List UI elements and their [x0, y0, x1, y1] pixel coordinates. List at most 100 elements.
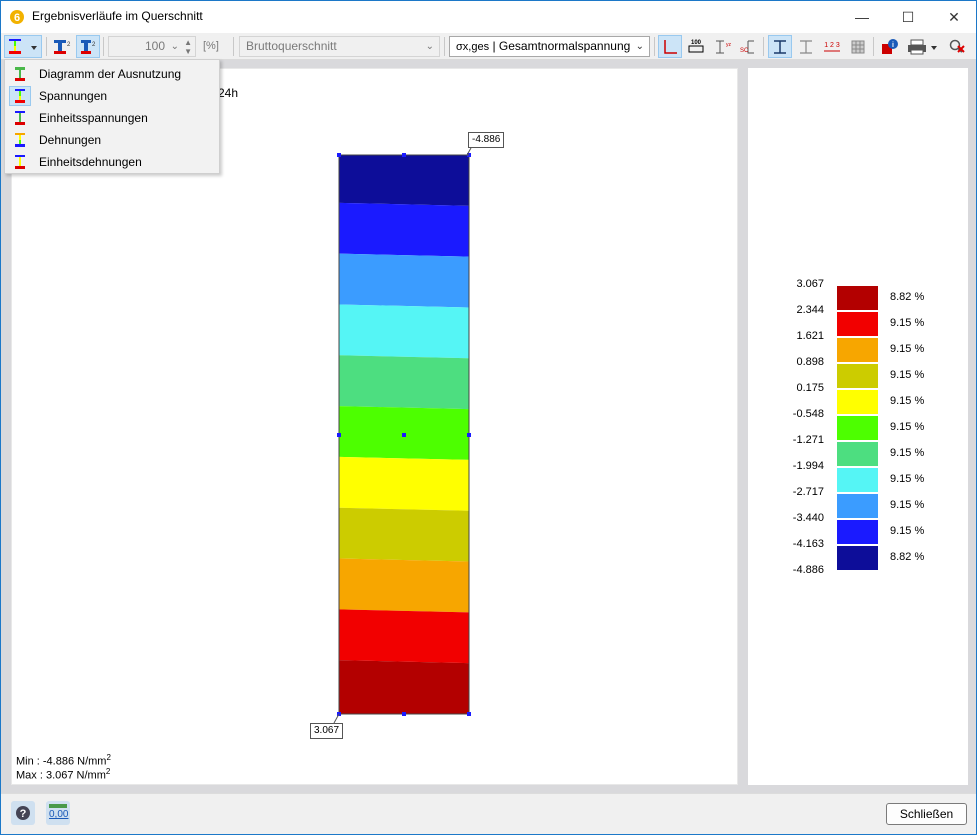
- legend-swatch: [837, 338, 878, 362]
- menu-item-stresses[interactable]: Spannungen: [6, 85, 218, 107]
- stress-type-select[interactable]: σx,ges | Gesamtnormalspannung ⌄: [449, 36, 650, 57]
- section-stress-button[interactable]: 2: [76, 35, 100, 58]
- show-outline-button[interactable]: [794, 35, 818, 58]
- close-icon: ✕: [948, 8, 960, 25]
- stress-type-value: Gesamtnormalspannung: [498, 39, 631, 53]
- menu-item-label: Spannungen: [39, 89, 108, 103]
- section-3d-icon: 2: [54, 39, 71, 54]
- scale-value: 100: [144, 39, 165, 53]
- decimal-label: 0,00: [49, 809, 69, 820]
- legend-swatch: [837, 416, 878, 440]
- close-window-button[interactable]: ✕: [931, 1, 977, 33]
- info-icon: i: [882, 38, 898, 54]
- toolbar: 2 2 100 ⌄ ▲ ▼ [%] Bruttoquerschnitt ⌄ σx,…: [1, 33, 976, 60]
- section-label-icon: SC: [740, 40, 754, 54]
- svg-text:6: 6: [14, 12, 20, 24]
- bottom-value-label: 3.067: [310, 723, 344, 739]
- section-type-value: Bruttoquerschnitt: [246, 39, 337, 53]
- stress-symbol: σx,ges: [456, 41, 490, 53]
- legend-percent: 8.82 %: [890, 551, 925, 563]
- menu-item-utilization[interactable]: Diagramm der Ausnutzung: [6, 63, 218, 85]
- i-section-stress-icon: [9, 38, 37, 54]
- menu-item-strains[interactable]: Dehnungen: [6, 129, 218, 151]
- show-section-button[interactable]: [768, 35, 792, 58]
- unit-strains-icon: [9, 152, 31, 172]
- section-3d-stress-button[interactable]: 2: [50, 35, 74, 58]
- i-beam-icon: [774, 39, 786, 54]
- maximize-button[interactable]: ☐: [885, 1, 931, 33]
- print-button[interactable]: [904, 35, 942, 58]
- legend-percent: 8.82 %: [890, 291, 925, 303]
- minimize-button[interactable]: —: [839, 1, 885, 33]
- legend-percent: 9.15 %: [890, 421, 925, 433]
- legend-value: 3.067: [796, 278, 824, 290]
- legend-percent: 9.15 %: [890, 317, 925, 329]
- grid-icon: [851, 40, 865, 53]
- scale-100-button[interactable]: 100: [684, 35, 708, 58]
- minimize-icon: —: [855, 9, 869, 25]
- svg-text:2: 2: [67, 42, 71, 48]
- printer-icon: [908, 39, 937, 54]
- svg-text:i: i: [892, 42, 894, 49]
- dialog-window: 6 Ergebnisverläufe im Querschnitt — ☐ ✕ …: [0, 0, 977, 835]
- legend-swatch: [837, 286, 878, 310]
- legend-percent: 9.15 %: [890, 499, 925, 511]
- legend-value: 1.621: [796, 330, 824, 342]
- svg-text:2: 2: [92, 42, 96, 48]
- panel-splitter[interactable]: [738, 60, 748, 793]
- chevron-down-icon: ⌄: [635, 41, 644, 52]
- axis-icon: [664, 39, 677, 54]
- diagram-type-menu: Diagramm der Ausnutzung Spannungen Einhe…: [4, 59, 220, 174]
- diagram-panel[interactable]: [11, 68, 738, 785]
- scale-icon: 100: [688, 40, 704, 52]
- scale-input[interactable]: 100 ⌄ ▲ ▼: [108, 36, 196, 57]
- legend-value: 2.344: [796, 304, 824, 316]
- decimal-places-button[interactable]: 0,00: [46, 801, 70, 825]
- legend-percent: 9.15 %: [890, 525, 925, 537]
- menu-item-unit-stresses[interactable]: Einheitsspannungen: [6, 107, 218, 129]
- app-icon: 6: [10, 10, 24, 24]
- menu-item-unit-strains[interactable]: Einheitsdehnungen: [6, 151, 218, 173]
- legend-swatch: [837, 546, 878, 570]
- legend-value: -0.548: [792, 408, 824, 420]
- dimension-icon: yz: [716, 40, 732, 53]
- top-value-label: -4.886: [468, 132, 505, 148]
- title-bar: 6 Ergebnisverläufe im Querschnitt — ☐ ✕: [1, 1, 976, 33]
- legend-value: -2.717: [792, 486, 824, 498]
- close-button[interactable]: Schließen: [886, 803, 967, 825]
- maximize-icon: ☐: [901, 8, 915, 25]
- max-value-text: Max : 3.067 N/mm2: [16, 767, 111, 782]
- show-values-button[interactable]: 1 2 3: [820, 35, 844, 58]
- menu-item-label: Einheitsspannungen: [39, 111, 148, 125]
- legend-percent: 9.15 %: [890, 473, 925, 485]
- section-type-select[interactable]: Bruttoquerschnitt ⌄: [239, 36, 440, 57]
- section-2d-icon: 2: [81, 39, 96, 54]
- info-button[interactable]: i: [878, 35, 902, 58]
- numbering-icon: 1 2 3: [824, 42, 840, 51]
- svg-text:100: 100: [691, 40, 702, 46]
- legend-percent: 9.15 %: [890, 395, 925, 407]
- svg-text:SC: SC: [740, 48, 749, 54]
- help-icon: ?: [16, 806, 30, 820]
- legend-value: -1.994: [792, 460, 824, 472]
- legend-value: -4.163: [792, 538, 824, 550]
- legend-swatch: [837, 494, 878, 518]
- help-button[interactable]: ?: [11, 801, 35, 825]
- show-grid-button[interactable]: [846, 35, 870, 58]
- section-labels-button[interactable]: SC: [736, 35, 760, 58]
- utilization-icon: [9, 64, 31, 84]
- menu-item-label: Diagramm der Ausnutzung: [39, 67, 182, 81]
- axis-view-button[interactable]: [658, 35, 682, 58]
- status-bar: [1, 793, 976, 834]
- reset-button[interactable]: [945, 35, 969, 58]
- diagram-type-dropdown-button[interactable]: [4, 35, 42, 58]
- section-dimensions-button[interactable]: yz: [710, 35, 734, 58]
- spinner-icon[interactable]: ▲ ▼: [184, 38, 192, 56]
- strains-icon: [9, 130, 31, 150]
- search-cancel-icon: [949, 39, 965, 53]
- svg-text:?: ?: [20, 808, 27, 820]
- legend-percent: 9.15 %: [890, 343, 925, 355]
- chevron-down-icon: ⌄: [425, 41, 434, 52]
- legend-value: 0.898: [796, 356, 824, 368]
- diagram-header-text: 24h: [218, 86, 239, 100]
